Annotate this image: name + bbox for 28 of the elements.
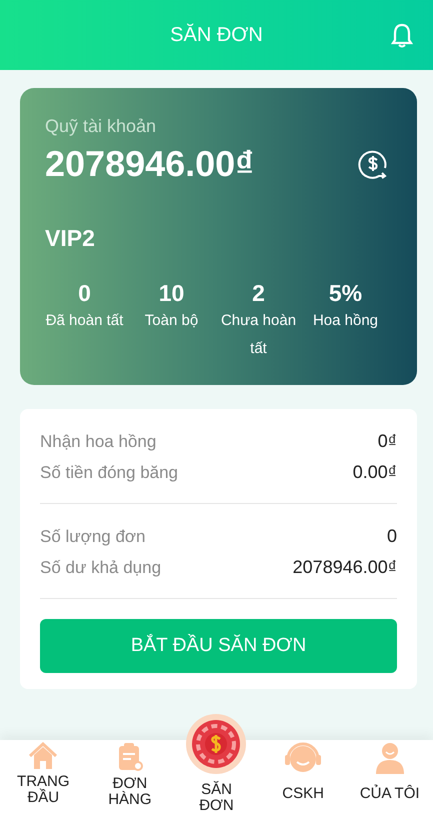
detail-label: Số dư khả dụng bbox=[40, 558, 162, 578]
tab-item[interactable]: SĂN ĐƠN bbox=[186, 776, 246, 814]
stat-label: Đã hoàn tất bbox=[46, 311, 124, 331]
page-title: SĂN ĐƠN bbox=[170, 24, 263, 46]
home-icon bbox=[28, 742, 58, 770]
detail-label: Số tiền đóng băng bbox=[40, 462, 178, 482]
stat-label: Chưa hoàn tất bbox=[220, 311, 298, 359]
tab-item[interactable]: TRANG ĐẦU bbox=[13, 740, 74, 806]
stat-value: 0 bbox=[78, 280, 91, 307]
detail-label: Số lượng đơn bbox=[40, 526, 146, 546]
balance-amount: 2078946.00₫ bbox=[45, 143, 254, 185]
tab-item[interactable]: CỦA TÔI bbox=[360, 740, 420, 802]
tab-item[interactable]: CSKH bbox=[282, 740, 324, 802]
stat-label: Hoa hồng bbox=[312, 311, 378, 331]
stat-label: Toàn bộ bbox=[144, 311, 198, 331]
detail-value: 0₫ bbox=[378, 431, 397, 452]
detail-value: 0.00₫ bbox=[352, 462, 397, 483]
stat-value: 2 bbox=[252, 280, 265, 307]
stat-value: 5% bbox=[328, 280, 362, 307]
chip-icon bbox=[186, 714, 246, 774]
stat-value: 10 bbox=[158, 280, 184, 307]
account-label: Quỹ tài khoản bbox=[45, 116, 156, 137]
detail-value: 2078946.00₫ bbox=[292, 557, 397, 578]
tab-item[interactable]: ĐƠN HÀNG bbox=[100, 740, 160, 808]
detail-label: Nhận hoa hồng bbox=[40, 432, 156, 452]
detail-value: 0 bbox=[386, 526, 397, 547]
vip-level: VIP2 bbox=[45, 225, 95, 252]
dollar-refresh-icon[interactable] bbox=[357, 148, 389, 180]
